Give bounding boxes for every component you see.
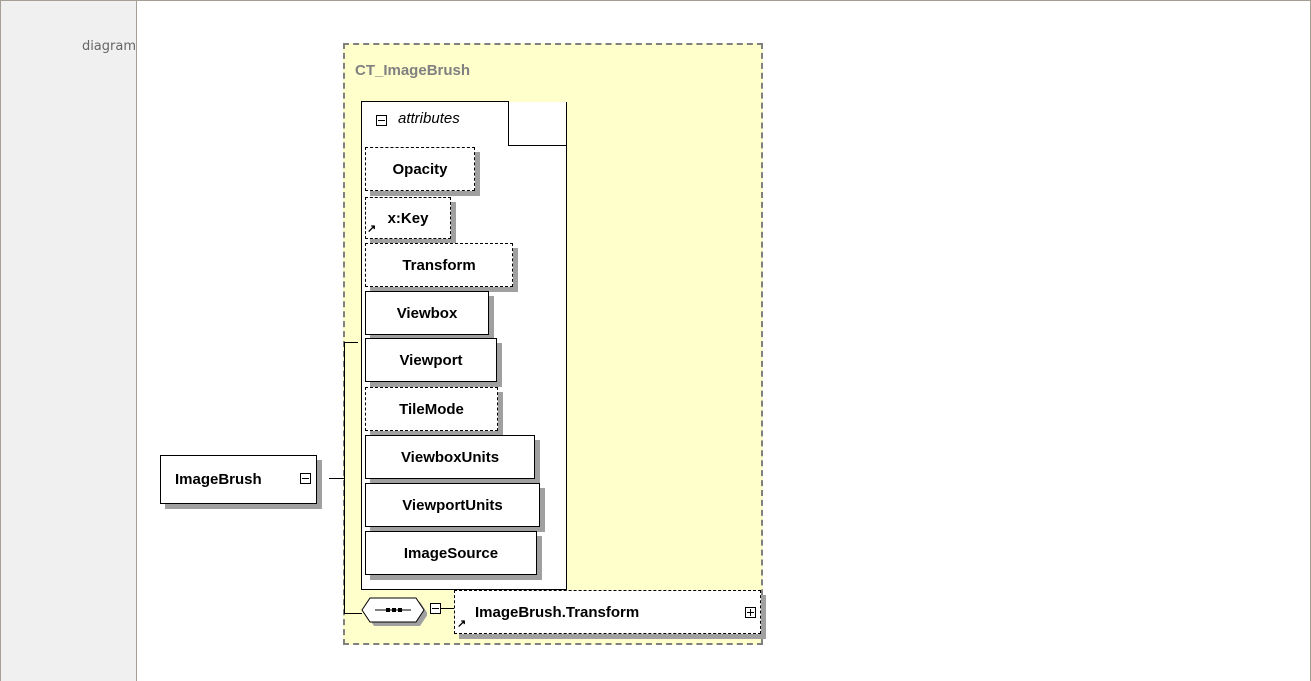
diagram-area: CT_ImageBrush attributes Opacity ↗ x:Key… [148, 1, 1310, 681]
connector-line [344, 342, 345, 614]
attributes-tab[interactable]: attributes [361, 101, 509, 146]
row-label: diagram [81, 39, 136, 54]
reference-arrow-icon: ↗ [457, 618, 467, 630]
attribute-viewport[interactable]: Viewport [365, 338, 497, 382]
connector-line [344, 342, 358, 343]
attribute-viewportunits[interactable]: ViewportUnits [365, 483, 540, 527]
connector-line [344, 613, 362, 614]
attributes-tab-label: attributes [398, 110, 460, 127]
complex-type-title: CT_ImageBrush [355, 62, 471, 79]
attribute-viewboxunits[interactable]: ViewboxUnits [365, 435, 535, 479]
tab-connector-line [508, 145, 567, 146]
attribute-transform[interactable]: Transform [365, 243, 513, 287]
attribute-tilemode[interactable]: TileMode [365, 387, 498, 431]
collapse-toggle-icon[interactable] [376, 115, 387, 126]
connector-line [441, 608, 454, 609]
collapse-toggle-icon[interactable] [300, 473, 311, 484]
connector-line [329, 478, 344, 479]
reference-arrow-icon: ↗ [367, 223, 377, 235]
element-imagebrush-transform[interactable]: ↗ ImageBrush.Transform [454, 590, 761, 634]
attribute-imagesource[interactable]: ImageSource [365, 531, 537, 575]
attribute-viewbox[interactable]: Viewbox [365, 291, 489, 335]
row-label-column: diagram [1, 1, 137, 681]
sequence-compositor-icon[interactable] [361, 596, 427, 630]
root-element-imagebrush[interactable]: ImageBrush [160, 455, 317, 504]
collapse-toggle-icon[interactable] [430, 603, 441, 614]
attribute-opacity[interactable]: Opacity [365, 147, 475, 191]
schema-doc-table: diagram CT_ImageBrush attributes Opacity… [0, 0, 1311, 681]
expand-toggle-icon[interactable] [745, 607, 756, 618]
attribute-x-key[interactable]: ↗ x:Key [365, 197, 451, 239]
